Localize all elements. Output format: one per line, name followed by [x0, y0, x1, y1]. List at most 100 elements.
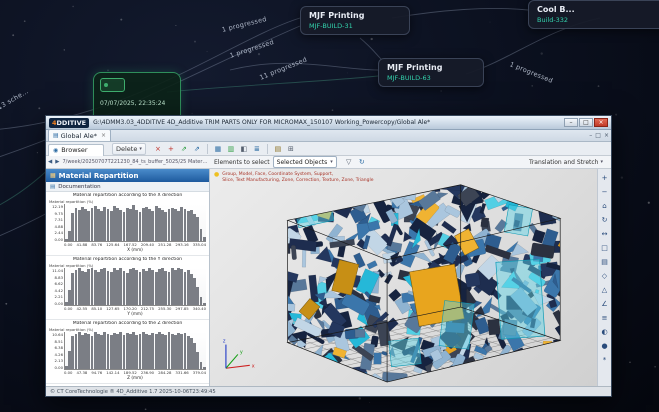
- tab-label: Global Ale*: [61, 132, 97, 140]
- report-icon[interactable]: ▤: [272, 143, 284, 154]
- browser-path: 7/week/20250707T221230_84_ts_buffer_5025…: [62, 159, 208, 165]
- browser-icon: ◉: [53, 147, 58, 154]
- toolbar-separator: [267, 144, 268, 154]
- documentation-icon: ▤: [50, 184, 55, 190]
- delete-element-icon[interactable]: ×: [152, 143, 164, 154]
- child-minimize-button[interactable]: –: [589, 132, 592, 139]
- histogram-bar: [203, 303, 206, 305]
- histogram-bar: [203, 367, 206, 369]
- wireframe-icon[interactable]: △: [598, 283, 611, 297]
- inject-blue-icon[interactable]: ⇗: [191, 143, 203, 154]
- workflow-node-cool-build[interactable]: Cool B... Build-332: [528, 0, 659, 29]
- window-content: ▦ Material Repartition ▤ Documentation M…: [46, 169, 611, 386]
- render-mode-icon[interactable]: ◐: [598, 325, 611, 339]
- zoom-in-icon[interactable]: +: [598, 171, 611, 185]
- workflow-node-mjf-build-31[interactable]: MJF Printing MJF-BUILD-31: [300, 6, 410, 35]
- cube-icon[interactable]: ◧: [238, 143, 250, 154]
- add-element-icon[interactable]: +: [165, 143, 177, 154]
- document-icon: ▤: [53, 132, 59, 139]
- window-controls: – □ ×: [564, 118, 608, 127]
- chart-ylabel: Material repartition (%): [49, 199, 93, 204]
- histogram: [64, 268, 206, 306]
- elements-select-label: Elements to select: [214, 159, 270, 166]
- elements-select[interactable]: Selected Objects ▾: [273, 156, 337, 168]
- zoom-out-icon[interactable]: −: [598, 185, 611, 199]
- delete-button[interactable]: Delete ▾: [112, 143, 146, 155]
- main-toolbar: ◉ Browser Delete ▾ ×+⇗⇗▦▥◧≣▤⊞: [46, 142, 611, 156]
- timestamp-label: 07/07/2025, 22:35:24: [100, 100, 174, 107]
- child-window-controls: – □ ×: [589, 132, 609, 141]
- measure-icon[interactable]: ≡: [598, 311, 611, 325]
- title-bar[interactable]: 4DDITIVE G:\4DMM3.03_4DDITIVE 4D_Additiv…: [46, 116, 611, 130]
- table-icon[interactable]: ▦: [212, 143, 224, 154]
- maximize-button[interactable]: □: [579, 118, 593, 127]
- histogram-bar: [203, 237, 206, 241]
- chart-xlabel: Y (mm): [64, 311, 206, 316]
- material-chart-y: Material repartition according to the Y …: [46, 256, 209, 320]
- node-subtitle: MJF-BUILD-63: [387, 74, 475, 82]
- top-view-icon[interactable]: ▤: [598, 255, 611, 269]
- app-window: 4DDITIVE G:\4DMM3.03_4DDITIVE 4D_Additiv…: [45, 115, 612, 397]
- viewport-3d[interactable]: x y z ● Group, Model, Face, Coordinate Sys…: [210, 169, 597, 386]
- chart-xlabel: Z (mm): [64, 375, 206, 380]
- transform-mode-dropdown[interactable]: Translation and Stretch ▾: [529, 159, 603, 166]
- chart-xlabel: X (mm): [64, 247, 206, 252]
- svg-text:x: x: [252, 363, 255, 369]
- capture-icon[interactable]: ●: [598, 339, 611, 353]
- minimize-button[interactable]: –: [564, 118, 578, 127]
- filter-icon[interactable]: ▽: [343, 157, 355, 168]
- section-icon[interactable]: ∠: [598, 297, 611, 311]
- node-title: MJF Printing: [309, 11, 401, 20]
- charts-container: Material repartition according to the X …: [46, 192, 209, 386]
- histogram: [64, 204, 206, 242]
- view-toolbar: +−⌂↻↔□▤◇△∠≡◐●*: [597, 169, 611, 386]
- material-icon: ▦: [50, 172, 56, 179]
- chart-ylabel: Material repartition (%): [49, 263, 93, 268]
- browser-nav: ◀ ▶ 7/week/20250707T221230_84_ts_buffer_…: [48, 159, 208, 165]
- calc-icon[interactable]: ⊞: [285, 143, 297, 154]
- node-title: MJF Printing: [387, 63, 475, 72]
- warning-icon: ●: [214, 172, 219, 178]
- chevron-down-icon: ▾: [600, 159, 603, 165]
- child-close-button[interactable]: ×: [604, 132, 609, 139]
- toolbar-separator: [207, 144, 208, 154]
- document-tab-bar: ▤ Global Ale* × – □ ×: [46, 130, 611, 142]
- desktop: 1 progressed 1 progressed 11 progressed …: [0, 0, 659, 412]
- documentation-row[interactable]: ▤ Documentation: [46, 182, 209, 192]
- settings-icon[interactable]: *: [598, 353, 611, 367]
- zoom-fit-icon[interactable]: ⌂: [598, 199, 611, 213]
- rotate-view-icon[interactable]: ↻: [598, 213, 611, 227]
- element-types-warning: ● Group, Model, Face, Coordinate System,…: [214, 172, 373, 183]
- close-button[interactable]: ×: [594, 118, 608, 127]
- secondary-toolbar: ◀ ▶ 7/week/20250707T221230_84_ts_buffer_…: [46, 156, 611, 169]
- tab-global-ale[interactable]: ▤ Global Ale* ×: [48, 129, 111, 141]
- child-restore-button[interactable]: □: [595, 132, 601, 139]
- panel-header: ▦ Material Repartition: [46, 169, 209, 182]
- node-subtitle: Build-332: [537, 16, 659, 24]
- workflow-node-mjf-build-63[interactable]: MJF Printing MJF-BUILD-63: [378, 58, 484, 87]
- inject-green-icon[interactable]: ⇗: [178, 143, 190, 154]
- viewport-3d-scene[interactable]: x y z: [210, 169, 597, 386]
- tab-browser[interactable]: ◉ Browser: [48, 144, 104, 156]
- pan-view-icon[interactable]: ↔: [598, 227, 611, 241]
- node-subtitle: MJF-BUILD-31: [309, 22, 401, 30]
- browser-tab-label: Browser: [61, 146, 87, 154]
- back-icon[interactable]: ◀: [48, 159, 52, 165]
- status-bar: © CT CoreTechnologie ® 4D_Additive 1.7 2…: [46, 386, 611, 396]
- toolbar-icon-group-2: ▽↻: [343, 157, 368, 168]
- histogram: [64, 332, 206, 370]
- iso-view-icon[interactable]: ◇: [598, 269, 611, 283]
- refresh-icon[interactable]: ↻: [356, 157, 368, 168]
- chevron-down-icon: ▾: [139, 146, 142, 152]
- tab-close-icon[interactable]: ×: [101, 132, 106, 139]
- material-chart-z: Material repartition according to the Z …: [46, 320, 209, 384]
- chevron-down-icon: ▾: [330, 159, 333, 165]
- window-title: G:\4DMM3.03_4DDITIVE 4D_Additive TRIM PA…: [93, 119, 560, 126]
- svg-text:y: y: [240, 349, 243, 355]
- stats-icon[interactable]: ▥: [225, 143, 237, 154]
- app-logo: 4DDITIVE: [49, 118, 89, 128]
- forward-icon[interactable]: ▶: [55, 159, 59, 165]
- front-view-icon[interactable]: □: [598, 241, 611, 255]
- layers-icon[interactable]: ≣: [251, 143, 263, 154]
- svg-text:z: z: [223, 339, 226, 345]
